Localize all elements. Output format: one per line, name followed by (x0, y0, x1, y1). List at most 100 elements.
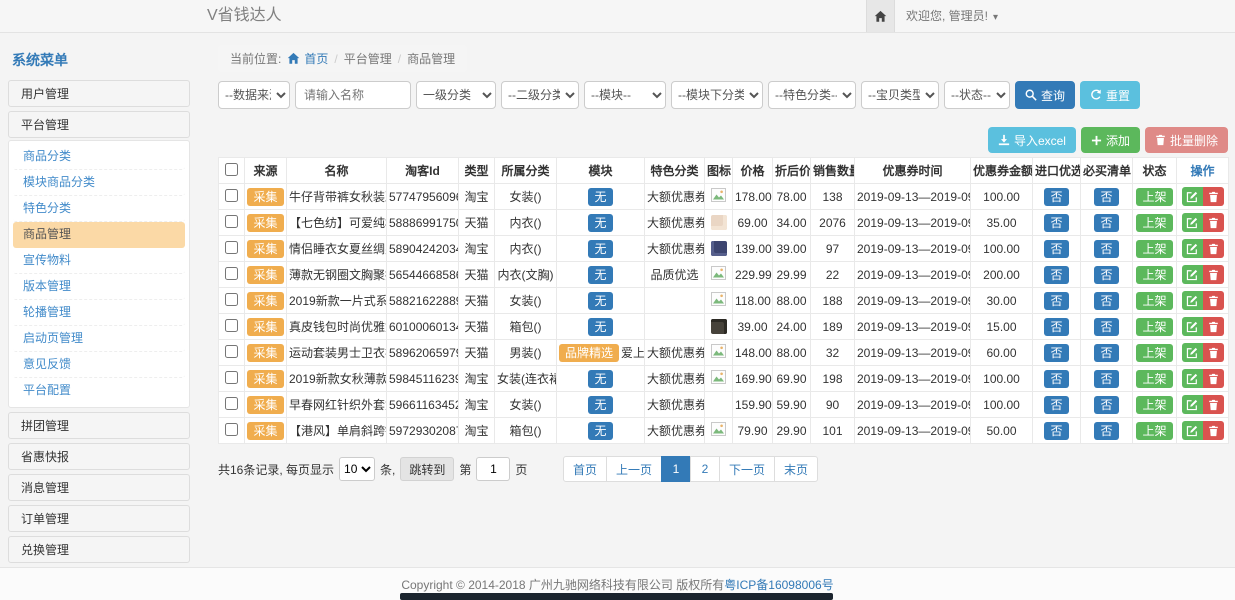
filter-select-module[interactable]: --模块-- (584, 81, 666, 109)
sidebar-item-6[interactable]: 宣传物料 (13, 248, 185, 274)
jump-button[interactable]: 跳转到 (400, 457, 454, 481)
imported-badge[interactable]: 否 (1044, 214, 1068, 232)
sidebar-item-8[interactable]: 轮播管理 (13, 300, 185, 326)
name-search-input[interactable] (295, 81, 411, 109)
sidebar-item-5[interactable]: 商品管理 (13, 222, 185, 248)
imported-badge[interactable]: 否 (1044, 188, 1068, 206)
home-button[interactable] (866, 0, 895, 32)
delete-button[interactable] (1203, 187, 1224, 206)
delete-button[interactable] (1203, 421, 1224, 440)
sidebar-group-14[interactable]: 消息管理 (8, 474, 190, 501)
edit-button[interactable] (1182, 421, 1203, 440)
delete-button[interactable] (1203, 265, 1224, 284)
edit-button[interactable] (1182, 265, 1203, 284)
sidebar-group-15[interactable]: 订单管理 (8, 505, 190, 532)
must-buy-badge[interactable]: 否 (1094, 422, 1118, 440)
imported-badge[interactable]: 否 (1044, 344, 1068, 362)
must-buy-badge[interactable]: 否 (1094, 266, 1118, 284)
edit-button[interactable] (1182, 213, 1203, 232)
delete-button[interactable] (1203, 317, 1224, 336)
status-badge[interactable]: 上架 (1136, 188, 1172, 206)
edit-button[interactable] (1182, 187, 1203, 206)
must-buy-badge[interactable]: 否 (1094, 370, 1118, 388)
pager-page-2[interactable]: 2 (690, 456, 720, 482)
imported-badge[interactable]: 否 (1044, 240, 1068, 258)
row-checkbox[interactable] (225, 397, 238, 410)
edit-button[interactable] (1182, 239, 1203, 258)
sidebar-item-4[interactable]: 特色分类 (13, 196, 185, 222)
must-buy-badge[interactable]: 否 (1094, 292, 1118, 310)
must-buy-badge[interactable]: 否 (1094, 214, 1118, 232)
pager-last[interactable]: 末页 (774, 456, 818, 482)
batch-delete-button[interactable]: 批量删除 (1145, 127, 1228, 153)
breadcrumb-home[interactable]: 首页 (287, 50, 328, 67)
reset-button[interactable]: 重置 (1080, 81, 1140, 109)
sidebar-group-12[interactable]: 拼团管理 (8, 412, 190, 439)
add-button[interactable]: 添加 (1081, 127, 1140, 153)
imported-badge[interactable]: 否 (1044, 318, 1068, 336)
select-all-checkbox[interactable] (225, 163, 238, 176)
sidebar-group-0[interactable]: 用户管理 (8, 80, 190, 107)
edit-button[interactable] (1182, 369, 1203, 388)
imported-badge[interactable]: 否 (1044, 292, 1068, 310)
sidebar-item-3[interactable]: 模块商品分类 (13, 170, 185, 196)
filter-select-data-source[interactable]: --数据来源-- (218, 81, 290, 109)
sidebar-item-10[interactable]: 意见反馈 (13, 352, 185, 378)
sidebar-item-9[interactable]: 启动页管理 (13, 326, 185, 352)
edit-button[interactable] (1182, 395, 1203, 414)
edit-button[interactable] (1182, 317, 1203, 336)
pager-prev[interactable]: 上一页 (606, 456, 662, 482)
row-checkbox[interactable] (225, 215, 238, 228)
filter-select-module-subcategory[interactable]: --模块下分类-- (671, 81, 763, 109)
filter-select-level2-category[interactable]: --二级分类-- (501, 81, 579, 109)
import-excel-button[interactable]: 导入excel (988, 127, 1076, 153)
status-badge[interactable]: 上架 (1136, 370, 1172, 388)
page-number-input[interactable] (476, 457, 510, 481)
delete-button[interactable] (1203, 343, 1224, 362)
row-checkbox[interactable] (225, 423, 238, 436)
status-badge[interactable]: 上架 (1136, 214, 1172, 232)
status-badge[interactable]: 上架 (1136, 422, 1172, 440)
imported-badge[interactable]: 否 (1044, 370, 1068, 388)
delete-button[interactable] (1203, 239, 1224, 258)
pager-first[interactable]: 首页 (563, 456, 607, 482)
must-buy-badge[interactable]: 否 (1094, 344, 1118, 362)
must-buy-badge[interactable]: 否 (1094, 240, 1118, 258)
must-buy-badge[interactable]: 否 (1094, 188, 1118, 206)
row-checkbox[interactable] (225, 345, 238, 358)
status-badge[interactable]: 上架 (1136, 318, 1172, 336)
delete-button[interactable] (1203, 213, 1224, 232)
row-checkbox[interactable] (225, 371, 238, 384)
icp-link[interactable]: 粤ICP备16098006号 (724, 576, 833, 593)
row-checkbox[interactable] (225, 293, 238, 306)
filter-select-item-type[interactable]: --宝贝类型-- (861, 81, 939, 109)
sidebar-group-1[interactable]: 平台管理 (8, 111, 190, 138)
row-checkbox[interactable] (225, 267, 238, 280)
delete-button[interactable] (1203, 369, 1224, 388)
sidebar-group-16[interactable]: 兑换管理 (8, 536, 190, 563)
must-buy-badge[interactable]: 否 (1094, 396, 1118, 414)
delete-button[interactable] (1203, 291, 1224, 310)
status-badge[interactable]: 上架 (1136, 344, 1172, 362)
per-page-select[interactable]: 10 (339, 457, 375, 481)
pager-page-1[interactable]: 1 (661, 456, 691, 482)
user-menu[interactable]: 欢迎您, 管理员!▾ (906, 0, 998, 34)
status-badge[interactable]: 上架 (1136, 292, 1172, 310)
imported-badge[interactable]: 否 (1044, 266, 1068, 284)
delete-button[interactable] (1203, 395, 1224, 414)
status-badge[interactable]: 上架 (1136, 396, 1172, 414)
status-badge[interactable]: 上架 (1136, 240, 1172, 258)
search-button[interactable]: 查询 (1015, 81, 1075, 109)
edit-button[interactable] (1182, 291, 1203, 310)
sidebar-item-2[interactable]: 商品分类 (13, 144, 185, 170)
row-checkbox[interactable] (225, 189, 238, 202)
edit-button[interactable] (1182, 343, 1203, 362)
imported-badge[interactable]: 否 (1044, 396, 1068, 414)
filter-select-level1-category[interactable]: 一级分类 (416, 81, 496, 109)
row-checkbox[interactable] (225, 319, 238, 332)
sidebar-item-7[interactable]: 版本管理 (13, 274, 185, 300)
status-badge[interactable]: 上架 (1136, 266, 1172, 284)
sidebar-item-11[interactable]: 平台配置 (13, 378, 185, 404)
row-checkbox[interactable] (225, 241, 238, 254)
sidebar-group-13[interactable]: 省惠快报 (8, 443, 190, 470)
